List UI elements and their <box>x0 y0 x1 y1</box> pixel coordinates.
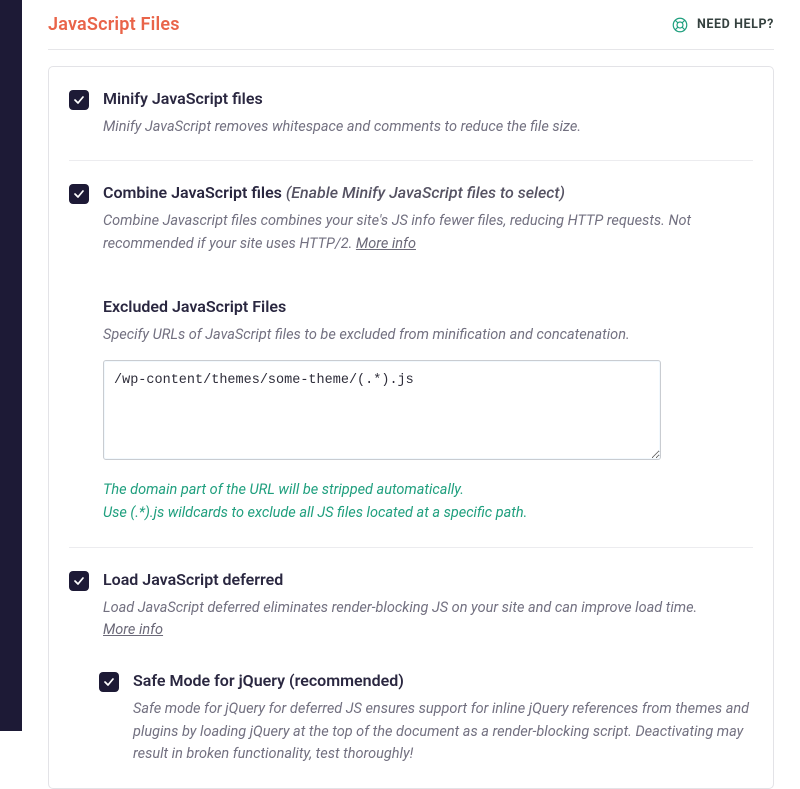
section-title: JavaScript Files <box>48 14 180 35</box>
option-combine: Combine JavaScript files (Enable Minify … <box>49 161 773 546</box>
defer-title: Load JavaScript deferred <box>103 570 753 589</box>
section-header: JavaScript Files NEED HELP? <box>48 0 774 50</box>
option-defer: Load JavaScript deferred Load JavaScript… <box>49 548 773 788</box>
safemode-checkbox[interactable] <box>99 672 119 692</box>
minify-title: Minify JavaScript files <box>103 89 753 108</box>
minify-desc: Minify JavaScript removes whitespace and… <box>103 116 753 138</box>
safemode-desc: Safe mode for jQuery for deferred JS ens… <box>133 698 753 765</box>
need-help-link[interactable]: NEED HELP? <box>671 16 774 34</box>
excluded-desc: Specify URLs of JavaScript files to be e… <box>103 324 753 346</box>
combine-title-meta: (Enable Minify JavaScript files to selec… <box>286 183 565 202</box>
defer-desc: Load JavaScript deferred eliminates rend… <box>103 597 753 642</box>
excluded-hint-1: The domain part of the URL will be strip… <box>103 478 753 501</box>
excluded-js-textarea[interactable] <box>103 360 661 460</box>
defer-more-info-link[interactable]: More info <box>103 621 163 638</box>
nav-sidebar <box>0 0 22 731</box>
option-safemode: Safe Mode for jQuery (recommended) Safe … <box>69 671 753 765</box>
option-minify: Minify JavaScript files Minify JavaScrip… <box>49 67 773 160</box>
excluded-title: Excluded JavaScript Files <box>103 297 753 316</box>
need-help-label: NEED HELP? <box>697 17 774 32</box>
options-panel: Minify JavaScript files Minify JavaScrip… <box>48 66 774 789</box>
excluded-subsection: Excluded JavaScript Files Specify URLs o… <box>103 297 753 524</box>
combine-title-text: Combine JavaScript files <box>103 183 282 202</box>
settings-content: JavaScript Files NEED HELP? <box>22 0 800 731</box>
combine-checkbox[interactable] <box>69 184 89 204</box>
combine-more-info-link[interactable]: More info <box>356 235 416 252</box>
excluded-hint-2: Use (.*).js wildcards to exclude all JS … <box>103 501 753 524</box>
defer-desc-text: Load JavaScript deferred eliminates rend… <box>103 599 697 616</box>
excluded-hints: The domain part of the URL will be strip… <box>103 478 753 524</box>
life-ring-icon <box>671 16 689 34</box>
combine-title: Combine JavaScript files (Enable Minify … <box>103 183 753 202</box>
minify-checkbox[interactable] <box>69 90 89 110</box>
defer-checkbox[interactable] <box>69 571 89 591</box>
combine-desc: Combine Javascript files combines your s… <box>103 210 753 255</box>
safemode-title: Safe Mode for jQuery (recommended) <box>133 671 753 690</box>
